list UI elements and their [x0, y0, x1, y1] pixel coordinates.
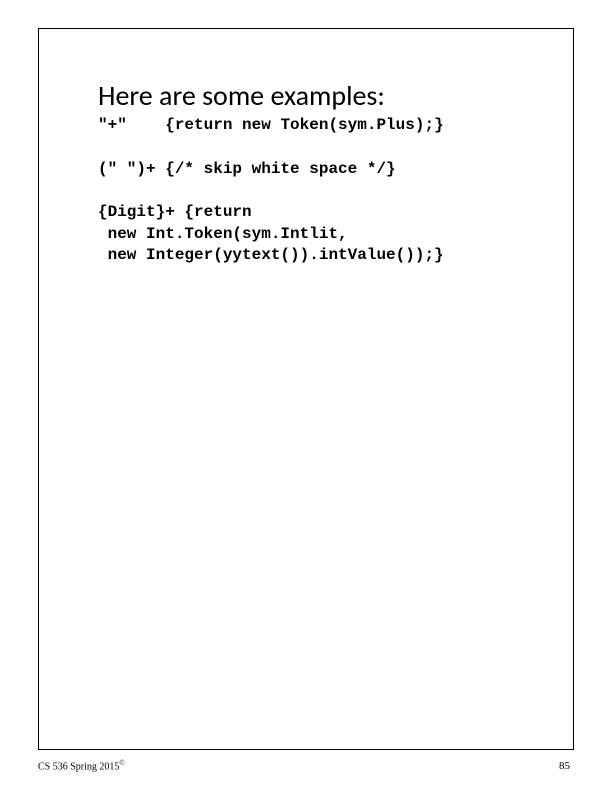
- copyright-symbol: ©: [119, 759, 124, 767]
- pattern-2: (" ")+: [98, 160, 156, 178]
- code-example-2: (" ")+ {/* skip white space */}: [98, 159, 542, 181]
- footer-course-info: CS 536 Spring 2015©: [38, 759, 125, 772]
- action-1: {return new Token(sym.Plus);}: [165, 116, 443, 134]
- example3-line3: new Integer(yytext()).intValue());}: [98, 246, 444, 264]
- course-label: CS 536 Spring 2015: [38, 761, 119, 772]
- code-example-3: {Digit}+ {return new Int.Token(sym.Intli…: [98, 202, 542, 267]
- action-2: {/* skip white space */}: [165, 160, 395, 178]
- example3-line1: {Digit}+ {return: [98, 203, 252, 221]
- code-example-1: "+" {return new Token(sym.Plus);}: [98, 115, 542, 137]
- slide-content: Here are some examples: "+" {return new …: [98, 78, 542, 267]
- heading: Here are some examples:: [98, 78, 542, 113]
- example3-line2: new Int.Token(sym.Intlit,: [98, 225, 348, 243]
- page-number: 85: [559, 760, 570, 772]
- pattern-1: "+": [98, 116, 127, 134]
